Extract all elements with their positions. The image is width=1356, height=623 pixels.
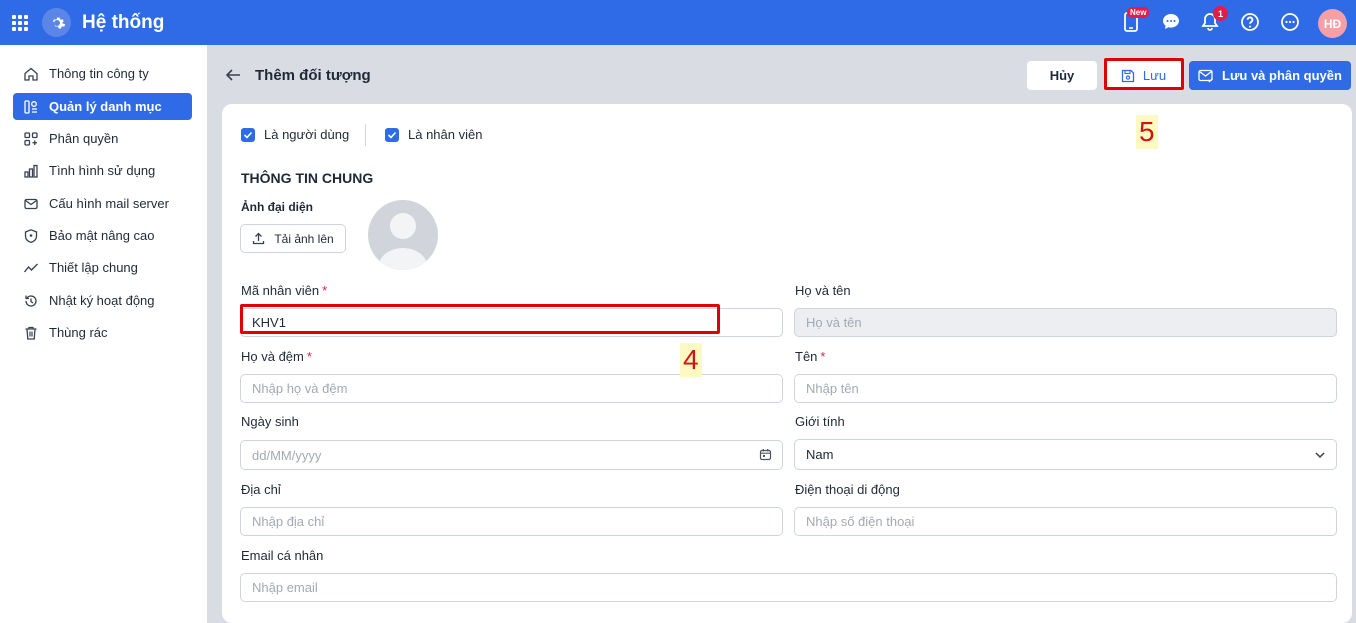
sidebar-item-label: Thùng rác bbox=[49, 325, 108, 340]
gender-select[interactable]: Nam bbox=[794, 439, 1337, 470]
chat-icon[interactable] bbox=[1160, 11, 1182, 33]
email-input[interactable]: Nhập email bbox=[240, 573, 1337, 602]
first-name-label: Tên * bbox=[795, 349, 826, 364]
sidebar-item-category-management[interactable]: Quản lý danh mục bbox=[13, 93, 192, 120]
upload-icon bbox=[252, 232, 265, 245]
sidebar-item-company-info[interactable]: Thông tin công ty bbox=[13, 60, 192, 87]
shield-icon bbox=[23, 228, 39, 244]
save-button-label: Lưu bbox=[1142, 68, 1167, 83]
sidebar-item-advanced-security[interactable]: Bảo mật nâng cao bbox=[13, 222, 192, 249]
bar-chart-icon bbox=[23, 163, 39, 179]
upload-image-button[interactable]: Tải ảnh lên bbox=[240, 224, 346, 253]
trend-icon bbox=[23, 260, 39, 276]
save-and-assign-permissions-label: Lưu và phân quyền bbox=[1222, 68, 1342, 83]
address-label: Địa chỉ bbox=[241, 482, 281, 497]
chevron-down-icon bbox=[1314, 449, 1326, 461]
cancel-button-label: Hủy bbox=[1049, 68, 1075, 83]
employee-code-label: Mã nhân viên * bbox=[241, 283, 328, 298]
gender-value: Nam bbox=[806, 447, 834, 462]
address-input[interactable]: Nhập địa chỉ bbox=[240, 507, 783, 536]
checkbox-checked-icon bbox=[241, 127, 255, 142]
first-name-input[interactable]: Nhập tên bbox=[794, 374, 1337, 403]
birthdate-placeholder: dd/MM/yyyy bbox=[252, 447, 322, 463]
apps-grid-icon[interactable] bbox=[12, 15, 28, 31]
birthdate-label: Ngày sinh bbox=[241, 414, 299, 429]
help-icon[interactable] bbox=[1239, 11, 1261, 33]
more-options-icon[interactable] bbox=[1279, 11, 1301, 33]
step-4-label: 4 bbox=[680, 343, 702, 377]
grid-plus-icon bbox=[23, 131, 39, 147]
page-title: Thêm đối tượng bbox=[255, 67, 371, 84]
last-middle-name-label: Họ và đệm * bbox=[241, 349, 312, 364]
is-employee-checkbox[interactable]: Là nhân viên bbox=[385, 127, 482, 142]
sidebar-item-mail-server[interactable]: Cấu hình mail server bbox=[13, 190, 192, 217]
gender-label: Giới tính bbox=[795, 414, 845, 429]
birthdate-input[interactable]: dd/MM/yyyy bbox=[240, 440, 783, 470]
is-user-label: Là người dùng bbox=[264, 127, 350, 142]
save-button[interactable]: Lưu bbox=[1106, 61, 1181, 90]
first-name-placeholder: Nhập tên bbox=[806, 381, 859, 396]
step-5-label: 5 bbox=[1136, 115, 1158, 149]
category-icon bbox=[23, 99, 39, 115]
sidebar-item-label: Tình hình sử dụng bbox=[49, 163, 156, 178]
user-avatar[interactable]: HĐ bbox=[1318, 9, 1347, 38]
home-icon bbox=[23, 66, 39, 82]
sidebar-item-label: Thiết lập chung bbox=[49, 260, 138, 275]
sidebar-item-trash[interactable]: Thùng rác bbox=[13, 319, 192, 346]
mail-icon bbox=[23, 196, 39, 212]
user-silhouette-icon bbox=[379, 213, 427, 270]
save-and-assign-permissions-button[interactable]: Lưu và phân quyền bbox=[1189, 61, 1351, 90]
back-arrow-icon[interactable] bbox=[224, 66, 242, 84]
sidebar: Thông tin công ty Quản lý danh mục Phân … bbox=[0, 45, 207, 623]
form-card bbox=[222, 104, 1352, 623]
top-bar: Hệ thống New 1 HĐ bbox=[0, 0, 1356, 45]
avatar-placeholder bbox=[368, 200, 438, 270]
is-user-checkbox[interactable]: Là người dùng bbox=[241, 127, 349, 142]
sidebar-item-label: Thông tin công ty bbox=[49, 66, 149, 81]
sidebar-item-label: Nhật ký hoạt động bbox=[49, 293, 155, 308]
address-placeholder: Nhập địa chỉ bbox=[252, 514, 325, 529]
mobile-placeholder: Nhập số điện thoại bbox=[806, 514, 915, 529]
full-name-placeholder: Họ và tên bbox=[806, 315, 862, 330]
upload-image-label: Tải ảnh lên bbox=[274, 231, 334, 246]
calendar-icon[interactable] bbox=[759, 448, 772, 461]
mail-check-icon bbox=[1198, 69, 1214, 83]
last-middle-name-placeholder: Nhập họ và đệm bbox=[252, 381, 348, 396]
is-employee-label: Là nhân viên bbox=[408, 127, 483, 142]
cancel-button[interactable]: Hủy bbox=[1027, 61, 1097, 90]
section-title: THÔNG TIN CHUNG bbox=[241, 170, 374, 186]
full-name-label: Họ và tên bbox=[795, 283, 851, 298]
last-middle-name-input[interactable]: Nhập họ và đệm bbox=[240, 374, 783, 403]
notification-count-badge: 1 bbox=[1213, 6, 1228, 21]
sidebar-item-label: Phân quyền bbox=[49, 131, 119, 146]
app-title: Hệ thống bbox=[82, 12, 165, 33]
sidebar-item-usage[interactable]: Tình hình sử dụng bbox=[13, 157, 192, 184]
checkbox-divider bbox=[365, 124, 366, 146]
settings-logo-icon bbox=[42, 8, 71, 37]
checkbox-checked-icon bbox=[385, 127, 399, 142]
full-name-input: Họ và tên bbox=[794, 308, 1337, 337]
employee-code-value: KHV1 bbox=[252, 315, 286, 330]
employee-code-input[interactable]: KHV1 bbox=[240, 308, 783, 337]
mobile-label: Điện thoại di động bbox=[795, 482, 900, 497]
sidebar-item-label: Bảo mật nâng cao bbox=[49, 228, 155, 243]
sidebar-item-activity-log[interactable]: Nhật ký hoạt động bbox=[13, 287, 192, 314]
email-placeholder: Nhập email bbox=[252, 580, 318, 595]
avatar-label: Ảnh đại diện bbox=[241, 200, 313, 214]
sidebar-item-permissions[interactable]: Phân quyền bbox=[13, 125, 192, 152]
history-icon bbox=[23, 293, 39, 309]
sidebar-item-label: Quản lý danh mục bbox=[49, 99, 162, 114]
sidebar-item-label: Cấu hình mail server bbox=[49, 196, 169, 211]
email-label: Email cá nhân bbox=[241, 548, 324, 563]
mobile-input[interactable]: Nhập số điện thoại bbox=[794, 507, 1337, 536]
floppy-disk-icon bbox=[1121, 69, 1135, 83]
sidebar-item-general-settings[interactable]: Thiết lập chung bbox=[13, 254, 192, 281]
trash-icon bbox=[23, 325, 39, 341]
new-badge: New bbox=[1127, 7, 1150, 18]
